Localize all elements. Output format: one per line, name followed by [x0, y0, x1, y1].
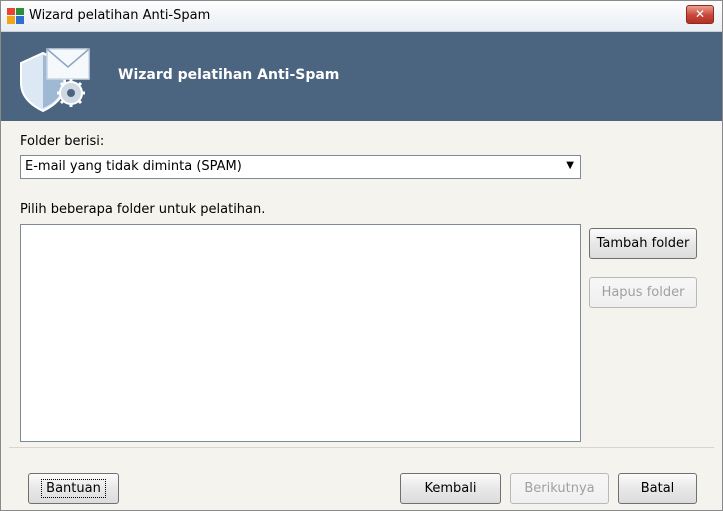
chevron-down-icon[interactable]: ▼	[566, 160, 574, 171]
add-folder-label: Tambah folder	[596, 236, 690, 251]
close-icon: ✕	[694, 7, 706, 21]
banner-title: Wizard pelatihan Anti-Spam	[118, 67, 340, 83]
cancel-label: Batal	[640, 481, 675, 496]
next-label: Berikutnya	[524, 481, 595, 496]
training-folder-list[interactable]	[20, 224, 581, 442]
avg-logo-icon	[7, 8, 24, 24]
window-title: Wizard pelatihan Anti-Spam	[29, 8, 211, 23]
footer-divider	[9, 447, 714, 448]
close-button[interactable]: ✕	[686, 5, 714, 24]
header-banner: Wizard pelatihan Anti-Spam	[1, 32, 722, 121]
remove-folder-label: Hapus folder	[601, 285, 685, 300]
add-folder-button[interactable]: Tambah folder	[589, 228, 697, 259]
folder-label: Folder berisi:	[20, 134, 105, 149]
cancel-button[interactable]: Batal	[618, 473, 697, 504]
help-label: Bantuan	[41, 479, 106, 498]
wizard-window: Wizard pelatihan Anti-Spam ✕ Wizard pela…	[0, 0, 723, 511]
help-button[interactable]: Bantuan	[28, 473, 119, 504]
next-button[interactable]: Berikutnya	[510, 473, 609, 504]
shield-mail-gear-icon	[20, 48, 90, 113]
back-label: Kembali	[424, 481, 477, 496]
folder-type-value: E-mail yang tidak diminta (SPAM)	[25, 159, 242, 174]
back-button[interactable]: Kembali	[400, 473, 501, 504]
remove-folder-button[interactable]: Hapus folder	[589, 277, 697, 308]
folder-type-select[interactable]: E-mail yang tidak diminta (SPAM) ▼	[20, 155, 581, 179]
folder-list-label: Pilih beberapa folder untuk pelatihan.	[20, 202, 266, 217]
title-bar[interactable]: Wizard pelatihan Anti-Spam ✕	[1, 1, 722, 32]
